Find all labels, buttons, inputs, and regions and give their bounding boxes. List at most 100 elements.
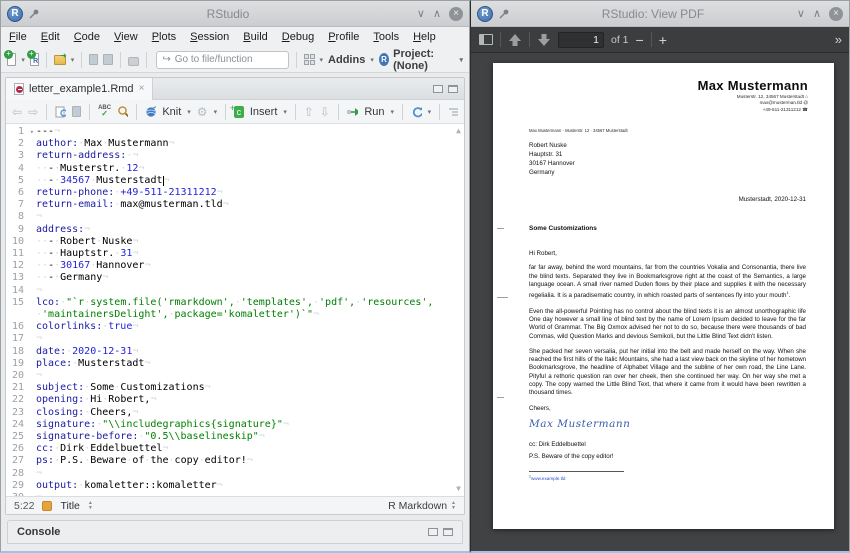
code-line[interactable]: 30¬ [6, 492, 464, 496]
console-minimize-icon[interactable] [428, 528, 438, 536]
menu-build[interactable]: Build [243, 31, 267, 43]
file-type-sort-icon[interactable]: ▲▼ [451, 501, 456, 510]
menu-tools[interactable]: Tools [373, 31, 399, 43]
pane-maximize-icon[interactable] [448, 85, 458, 93]
code-line[interactable]: 16colorlinks:·true¬ [6, 321, 464, 333]
code-line[interactable]: 4··-·Musterstr.·12¬ [6, 163, 464, 175]
code-line[interactable]: 6return-phone:·+49-511-21311212¬ [6, 187, 464, 199]
new-project-icon[interactable]: +R [30, 53, 39, 66]
print-icon[interactable] [128, 57, 139, 66]
minimize-icon[interactable]: ∨ [797, 7, 805, 20]
code-line[interactable]: 17¬ [6, 333, 464, 345]
console-maximize-icon[interactable] [443, 528, 453, 536]
code-line[interactable]: 23closing:·Cheers,¬ [6, 407, 464, 419]
code-line[interactable]: 15lco:·"`r·system.file('rmarkdown',·'tem… [6, 297, 464, 321]
menu-edit[interactable]: Edit [41, 31, 60, 43]
code-line[interactable]: 7return-email:·max@musterman.tld¬ [6, 199, 464, 211]
tab-close-icon[interactable]: × [139, 83, 145, 94]
code-line[interactable]: 25signature-before:·"0.5\\baselineskip"¬ [6, 431, 464, 443]
menu-debug[interactable]: Debug [282, 31, 314, 43]
menu-profile[interactable]: Profile [328, 31, 359, 43]
rerun-caret-icon[interactable]: ▾ [428, 108, 432, 116]
save-icon[interactable] [72, 106, 81, 117]
section-sort-icon[interactable]: ▲▼ [88, 501, 93, 510]
run-caret-icon[interactable]: ▾ [391, 108, 395, 116]
code-line[interactable]: 19place:·Musterstadt¬ [6, 358, 464, 370]
save-all-icon[interactable] [103, 54, 112, 65]
minimize-icon[interactable]: ∨ [417, 7, 425, 20]
knit-button[interactable]: Knit [162, 106, 181, 118]
code-line[interactable]: 3return-address:·¬ [6, 150, 464, 162]
menu-code[interactable]: Code [74, 31, 100, 43]
code-line[interactable]: 2author:·Max·Mustermann¬ [6, 138, 464, 150]
go-next-chunk-icon[interactable]: ⇩ [320, 105, 330, 119]
menu-view[interactable]: View [114, 31, 138, 43]
menu-plots[interactable]: Plots [152, 31, 176, 43]
panes-grid-icon[interactable] [304, 54, 315, 65]
code-line[interactable]: 18date:·2020-12-31¬ [6, 346, 464, 358]
rerun-icon[interactable] [411, 106, 422, 118]
project-selector[interactable]: R Project: (None) ▾ [379, 48, 463, 72]
next-page-icon[interactable] [537, 33, 551, 47]
scroll-down-icon[interactable]: ▼ [456, 483, 461, 495]
more-tools-icon[interactable]: » [835, 32, 841, 47]
code-line[interactable]: 29output:·komaletter::komaletter¬ [6, 480, 464, 492]
knit-yarn-icon[interactable] [145, 105, 157, 118]
pdf-titlebar[interactable]: R RStudio: View PDF ∨ ∧ × [471, 1, 849, 27]
code-line[interactable]: 26cc:·Dirk·Eddelbuettel¬ [6, 443, 464, 455]
pane-minimize-icon[interactable] [433, 85, 443, 93]
zoom-in-button[interactable]: + [659, 32, 667, 48]
code-line[interactable]: 24signature:·"\\includegraphics{signatur… [6, 419, 464, 431]
code-line[interactable]: 21subject:·Some·Customizations¬ [6, 382, 464, 394]
file-type-selector[interactable]: R Markdown [388, 500, 447, 512]
addins-caret-icon[interactable]: ▾ [370, 56, 374, 64]
code-line[interactable]: 13··-·Germany¬ [6, 272, 464, 284]
open-in-new-window-icon[interactable] [55, 105, 66, 118]
spellcheck-icon[interactable]: ABC✓ [98, 106, 111, 118]
menu-help[interactable]: Help [413, 31, 436, 43]
code-line[interactable]: 20¬ [6, 370, 464, 382]
run-button[interactable]: Run [364, 106, 384, 118]
zoom-out-button[interactable]: − [636, 32, 644, 48]
back-icon[interactable]: ⇦ [12, 105, 22, 119]
run-icon[interactable] [347, 107, 359, 117]
menu-file[interactable]: File [9, 31, 27, 43]
pdf-viewport[interactable]: Max Mustermann Musterstr. 12, 34567 Must… [471, 53, 849, 551]
code-line[interactable]: 8¬ [6, 211, 464, 223]
sidebar-toggle-icon[interactable] [479, 34, 493, 45]
open-file-icon[interactable]: ➜ [54, 55, 66, 65]
section-selector[interactable]: Title [60, 500, 79, 512]
gear-icon[interactable]: ⚙ [197, 105, 208, 119]
insert-chunk-icon[interactable]: c+ [234, 106, 244, 118]
document-outline-icon[interactable] [448, 107, 458, 117]
insert-caret-icon[interactable]: ▾ [283, 108, 287, 116]
code-line[interactable]: 5··-·34567·Musterstadt¬ [6, 175, 464, 187]
find-icon[interactable] [117, 105, 128, 118]
previous-page-icon[interactable] [508, 33, 522, 47]
goto-file-input[interactable] [175, 54, 283, 65]
console-header[interactable]: Console [7, 520, 463, 544]
addins-button[interactable]: Addins [328, 54, 365, 66]
gear-caret-icon[interactable]: ▾ [214, 108, 218, 116]
code-line[interactable]: 28¬ [6, 468, 464, 480]
new-file-caret-icon[interactable]: ▾ [21, 56, 25, 64]
open-file-caret-icon[interactable]: ▾ [71, 56, 75, 64]
code-line[interactable]: 14¬ [6, 285, 464, 297]
footnote-link[interactable]: www.example.tld [531, 476, 565, 481]
code-line[interactable]: 1▾---¬ [6, 126, 464, 138]
knit-caret-icon[interactable]: ▾ [187, 108, 191, 116]
goto-file-box[interactable]: ↪ [156, 51, 288, 69]
code-line[interactable]: 27ps:·P.S.·Beware·of·the·copy·editor!¬ [6, 455, 464, 467]
code-line[interactable]: 10··-·Robert·Nuske¬ [6, 236, 464, 248]
save-icon[interactable] [89, 54, 98, 65]
fold-arrow-icon[interactable]: ▾ [30, 126, 34, 138]
code-line[interactable]: 9address:¬ [6, 224, 464, 236]
insert-button[interactable]: Insert [250, 106, 278, 118]
menu-session[interactable]: Session [190, 31, 229, 43]
close-icon[interactable]: × [829, 7, 843, 21]
forward-icon[interactable]: ⇨ [28, 105, 38, 119]
page-number-input[interactable] [558, 32, 604, 48]
maximize-icon[interactable]: ∧ [813, 7, 821, 20]
panes-caret-icon[interactable]: ▾ [320, 56, 324, 64]
go-prev-chunk-icon[interactable]: ⇧ [304, 105, 314, 119]
